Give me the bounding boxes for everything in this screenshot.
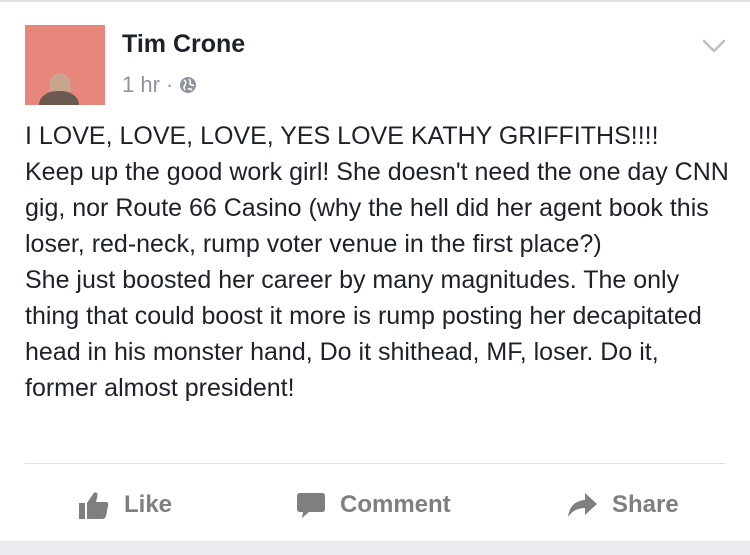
author-name[interactable]: Tim Crone	[122, 30, 245, 59]
share-arrow-icon	[568, 493, 597, 517]
comment-button[interactable]: Comment	[296, 480, 451, 530]
meta-separator: ·	[165, 72, 174, 97]
avatar-person-body	[39, 91, 79, 105]
top-border	[0, 0, 750, 2]
divider	[25, 463, 725, 464]
post-meta: 1 hr ·	[122, 72, 197, 98]
chevron-down-icon[interactable]	[702, 38, 726, 54]
post-text: I LOVE, LOVE, LOVE, YES LOVE KATHY GRIFF…	[25, 122, 729, 402]
comment-label: Comment	[340, 491, 451, 518]
feed-bottom-gap	[0, 541, 750, 555]
thumbs-up-icon	[79, 492, 109, 519]
share-label: Share	[612, 491, 679, 518]
comment-icon	[297, 493, 325, 518]
share-button[interactable]: Share	[566, 480, 679, 530]
globe-icon[interactable]	[179, 76, 197, 94]
action-bar: Like Comment Share	[0, 480, 750, 530]
like-button[interactable]: Like	[78, 480, 172, 530]
avatar[interactable]	[25, 25, 105, 105]
like-label: Like	[124, 491, 173, 518]
timestamp[interactable]: 1 hr	[122, 72, 160, 98]
